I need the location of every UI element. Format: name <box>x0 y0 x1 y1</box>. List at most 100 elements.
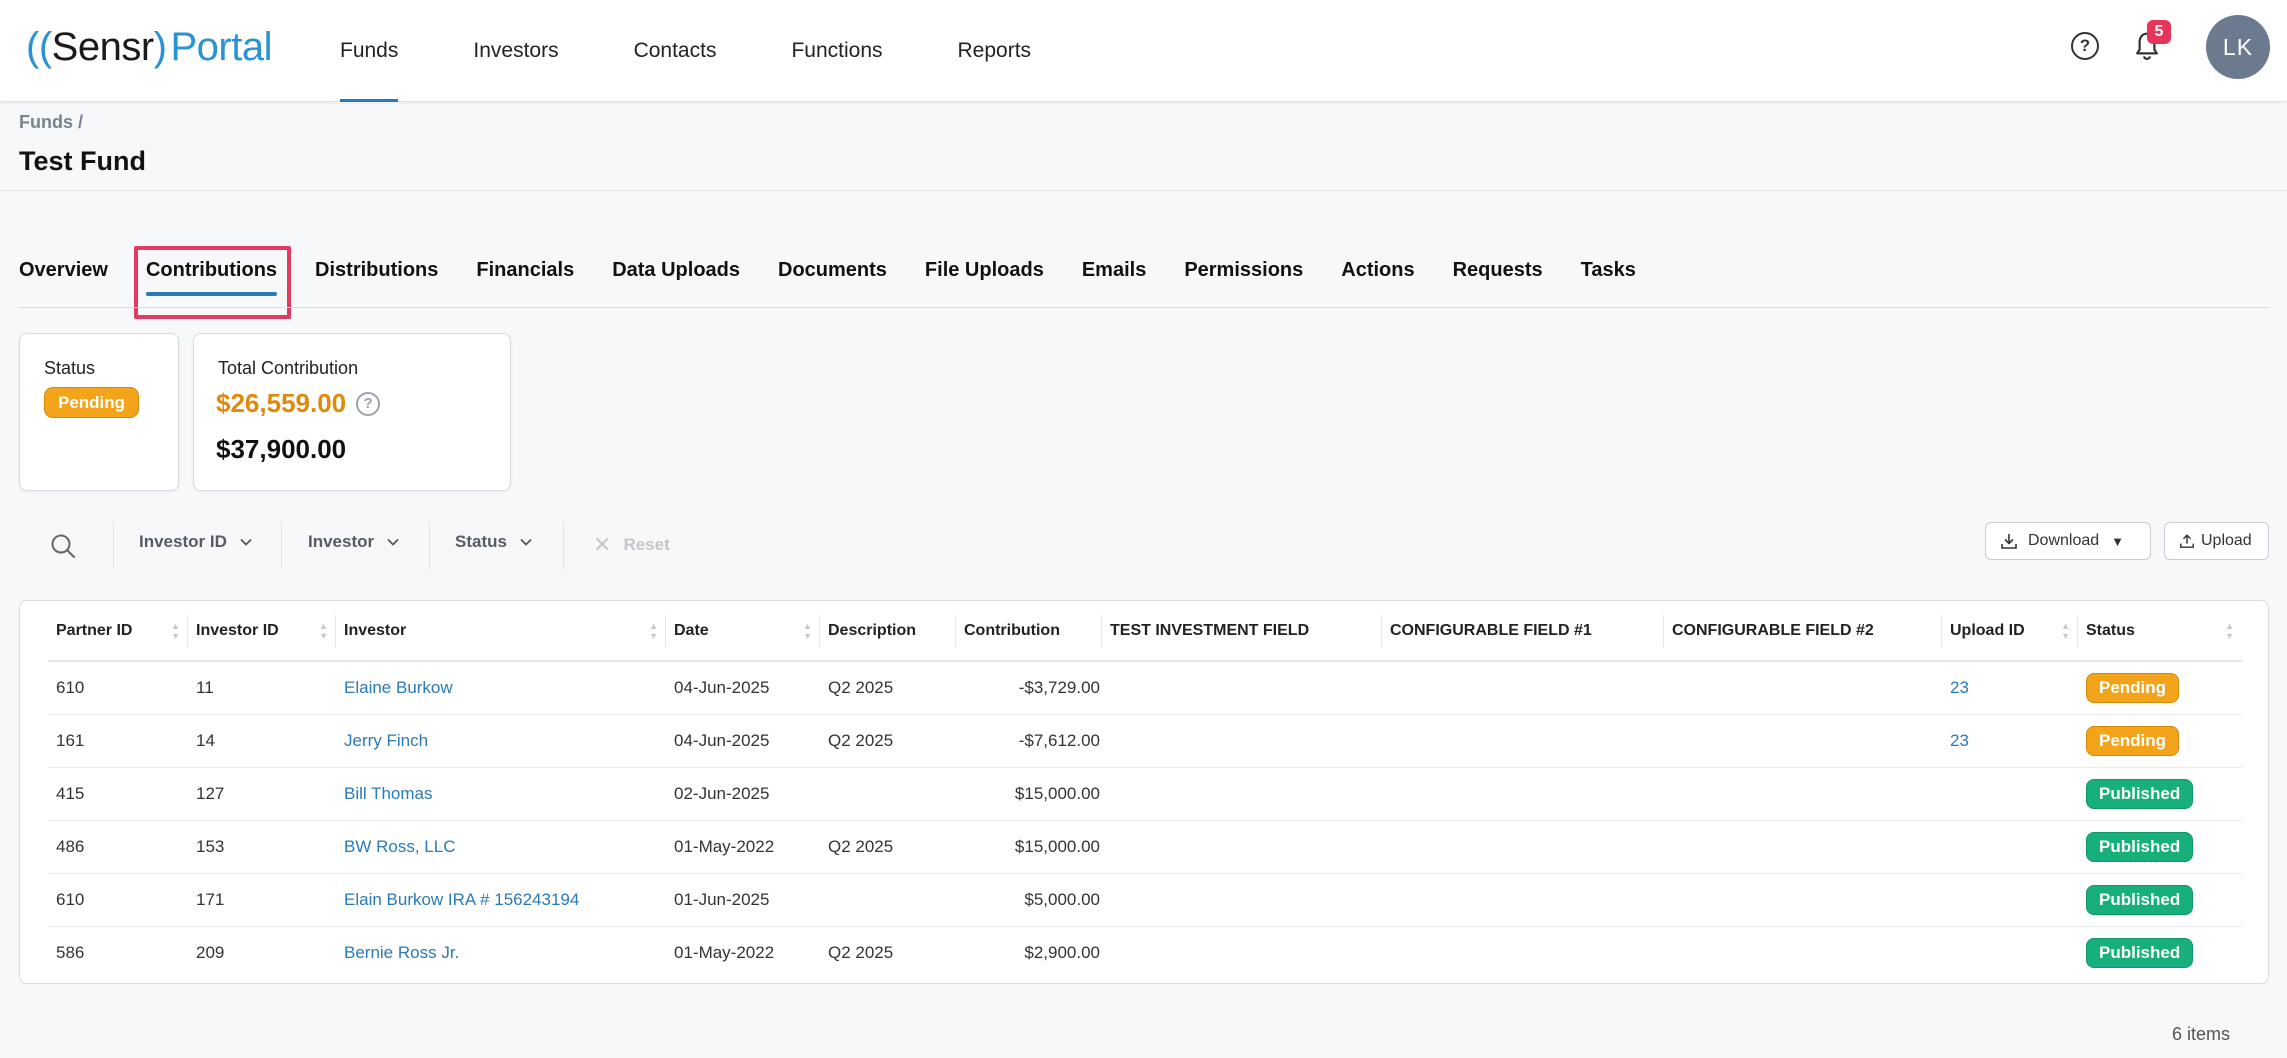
sort-icon[interactable]: ▲ ▼ <box>803 621 812 641</box>
tab-tasks[interactable]: Tasks <box>1581 240 1636 300</box>
test-investment-field-cell <box>1102 714 1382 768</box>
tab-financials[interactable]: Financials <box>476 240 574 300</box>
tab-emails[interactable]: Emails <box>1082 240 1146 300</box>
table-row[interactable]: 486 153 BW Ross, LLC 01-May-2022 Q2 2025 $15,… <box>48 820 2242 874</box>
col-investor[interactable]: Investor ▲ ▼ <box>336 601 666 662</box>
tabs-divider <box>19 307 2269 308</box>
description-cell <box>820 873 956 927</box>
tab-file-uploads[interactable]: File Uploads <box>925 240 1044 300</box>
contribution-cell: -$3,729.00 <box>956 661 1102 715</box>
investor-link[interactable]: Elaine Burkow <box>344 678 453 697</box>
table-row[interactable]: 610 171 Elain Burkow IRA # 156243194 01-Jun… <box>48 873 2242 927</box>
total-contribution-amount: $26,559.00 ? <box>216 388 381 419</box>
help-icon[interactable]: ? <box>2071 32 2099 60</box>
investor-id-filter[interactable]: Investor ID <box>139 532 253 552</box>
investor-link[interactable]: Elain Burkow IRA # 156243194 <box>344 890 579 909</box>
page-title: Test Fund <box>19 146 146 176</box>
table-row[interactable]: 161 14 Jerry Finch 04-Jun-2025 Q2 2025 -$7,61… <box>48 714 2242 768</box>
sort-icon[interactable]: ▲ ▼ <box>2225 621 2234 641</box>
logo-paren: ) <box>153 24 167 69</box>
investor-link[interactable]: Bill Thomas <box>344 784 433 803</box>
tab-documents[interactable]: Documents <box>778 240 887 300</box>
nav-funds[interactable]: Funds <box>340 0 399 102</box>
col-partner-id[interactable]: Partner ID ▲ ▼ <box>48 601 188 662</box>
tab-requests[interactable]: Requests <box>1453 240 1543 300</box>
status-cell: Pending <box>2078 714 2242 768</box>
status-cell: Published <box>2078 926 2242 979</box>
tab-data-uploads[interactable]: Data Uploads <box>612 240 740 300</box>
chevron-down-icon <box>387 538 399 546</box>
col-date[interactable]: Date ▲ ▼ <box>666 601 820 662</box>
notification-badge: 5 <box>2147 20 2171 44</box>
table-row[interactable]: 415 127 Bill Thomas 02-Jun-2025 $15,000.00 Pu… <box>48 767 2242 821</box>
investor-link[interactable]: BW Ross, LLC <box>344 837 455 856</box>
filter-divider <box>429 522 430 570</box>
tab-actions[interactable]: Actions <box>1341 240 1414 300</box>
avatar[interactable]: LK <box>2206 15 2270 79</box>
col-description: Description <box>820 601 956 662</box>
table-row[interactable]: 586 209 Bernie Ross Jr. 01-May-2022 Q2 2025 $… <box>48 926 2242 979</box>
breadcrumb[interactable]: Funds / <box>19 112 83 133</box>
contributions-table: Partner ID ▲ ▼ Investor ID ▲ ▼ Investor ▲ ▼ Da… <box>48 601 2242 979</box>
sort-icon[interactable]: ▲ ▼ <box>649 621 658 641</box>
partner-id-cell: 610 <box>48 661 188 715</box>
contribution-cell: $15,000.00 <box>956 767 1102 821</box>
investor-id-cell: 11 <box>188 661 336 715</box>
col-status[interactable]: Status ▲ ▼ <box>2078 601 2242 662</box>
upload-button[interactable]: Upload <box>2164 522 2269 560</box>
date-cell: 04-Jun-2025 <box>666 661 820 715</box>
nav-contacts[interactable]: Contacts <box>634 0 717 102</box>
filter-divider <box>281 522 282 570</box>
logo-portal: Portal <box>170 24 272 69</box>
total-contribution-card: Total Contribution $26,559.00 ? $37,900.… <box>193 333 511 491</box>
nav-investors[interactable]: Investors <box>473 0 558 102</box>
investor-cell: Bill Thomas <box>336 767 666 821</box>
tab-overview[interactable]: Overview <box>19 240 108 300</box>
caret-down-icon: ▼ <box>2111 533 2125 549</box>
total-contribution-label: Total Contribution <box>218 358 359 378</box>
reset-button[interactable]: ✕ Reset <box>593 532 670 558</box>
status-cell: Published <box>2078 873 2242 927</box>
table-row[interactable]: 610 11 Elaine Burkow 04-Jun-2025 Q2 2025 -$3,… <box>48 661 2242 715</box>
table-header-row: Partner ID ▲ ▼ Investor ID ▲ ▼ Investor ▲ ▼ Da… <box>48 601 2242 662</box>
download-button[interactable]: Download ▼ <box>1985 522 2151 560</box>
tab-permissions[interactable]: Permissions <box>1184 240 1303 300</box>
status-cell: Published <box>2078 820 2242 874</box>
col-contribution: Contribution <box>956 601 1102 662</box>
sensr-portal-logo[interactable]: ((Sensr) Portal <box>26 22 272 72</box>
search-icon[interactable] <box>49 532 77 560</box>
total-amount-value: $26,559.00 <box>216 388 347 418</box>
investor-cell: Elaine Burkow <box>336 661 666 715</box>
investor-link[interactable]: Bernie Ross Jr. <box>344 943 459 962</box>
partner-id-cell: 610 <box>48 873 188 927</box>
date-cell: 01-May-2022 <box>674 942 775 962</box>
upload-id-cell: 23 <box>1942 714 2078 768</box>
col-upload-id[interactable]: Upload ID ▲ ▼ <box>1942 601 2078 662</box>
tab-distributions[interactable]: Distributions <box>315 240 438 300</box>
sort-icon[interactable]: ▲ ▼ <box>319 621 328 641</box>
investor-id-cell: 209 <box>196 942 225 962</box>
tab-contributions[interactable]: Contributions <box>145 240 278 300</box>
status-badge: Published <box>2086 778 2194 809</box>
investor-link[interactable]: Jerry Finch <box>344 731 428 750</box>
col-test-investment-field: TEST INVESTMENT FIELD <box>1102 601 1382 662</box>
col-investor-id[interactable]: Investor ID ▲ ▼ <box>188 601 336 662</box>
upload-id-link[interactable]: 23 <box>1950 678 1969 697</box>
divider <box>0 190 2287 191</box>
upload-id-cell <box>1942 873 2078 927</box>
nav-functions[interactable]: Functions <box>791 0 882 102</box>
status-badge: Pending <box>2086 672 2180 703</box>
total-sub-amount: $37,900.00 <box>216 434 347 464</box>
status-filter[interactable]: Status <box>455 532 533 552</box>
question-icon[interactable]: ? <box>356 391 381 416</box>
sort-icon[interactable]: ▲ ▼ <box>2061 621 2070 641</box>
sort-icon[interactable]: ▲ ▼ <box>171 621 180 641</box>
partner-id-cell: 161 <box>48 714 188 768</box>
chevron-down-icon <box>520 538 532 546</box>
upload-id-link[interactable]: 23 <box>1950 731 1969 750</box>
investor-filter-label: Investor <box>308 532 375 551</box>
investor-filter[interactable]: Investor <box>308 532 400 552</box>
description-cell: Q2 2025 <box>820 661 956 715</box>
investor-id-cell: 127 <box>188 767 336 821</box>
nav-reports[interactable]: Reports <box>958 0 1032 102</box>
